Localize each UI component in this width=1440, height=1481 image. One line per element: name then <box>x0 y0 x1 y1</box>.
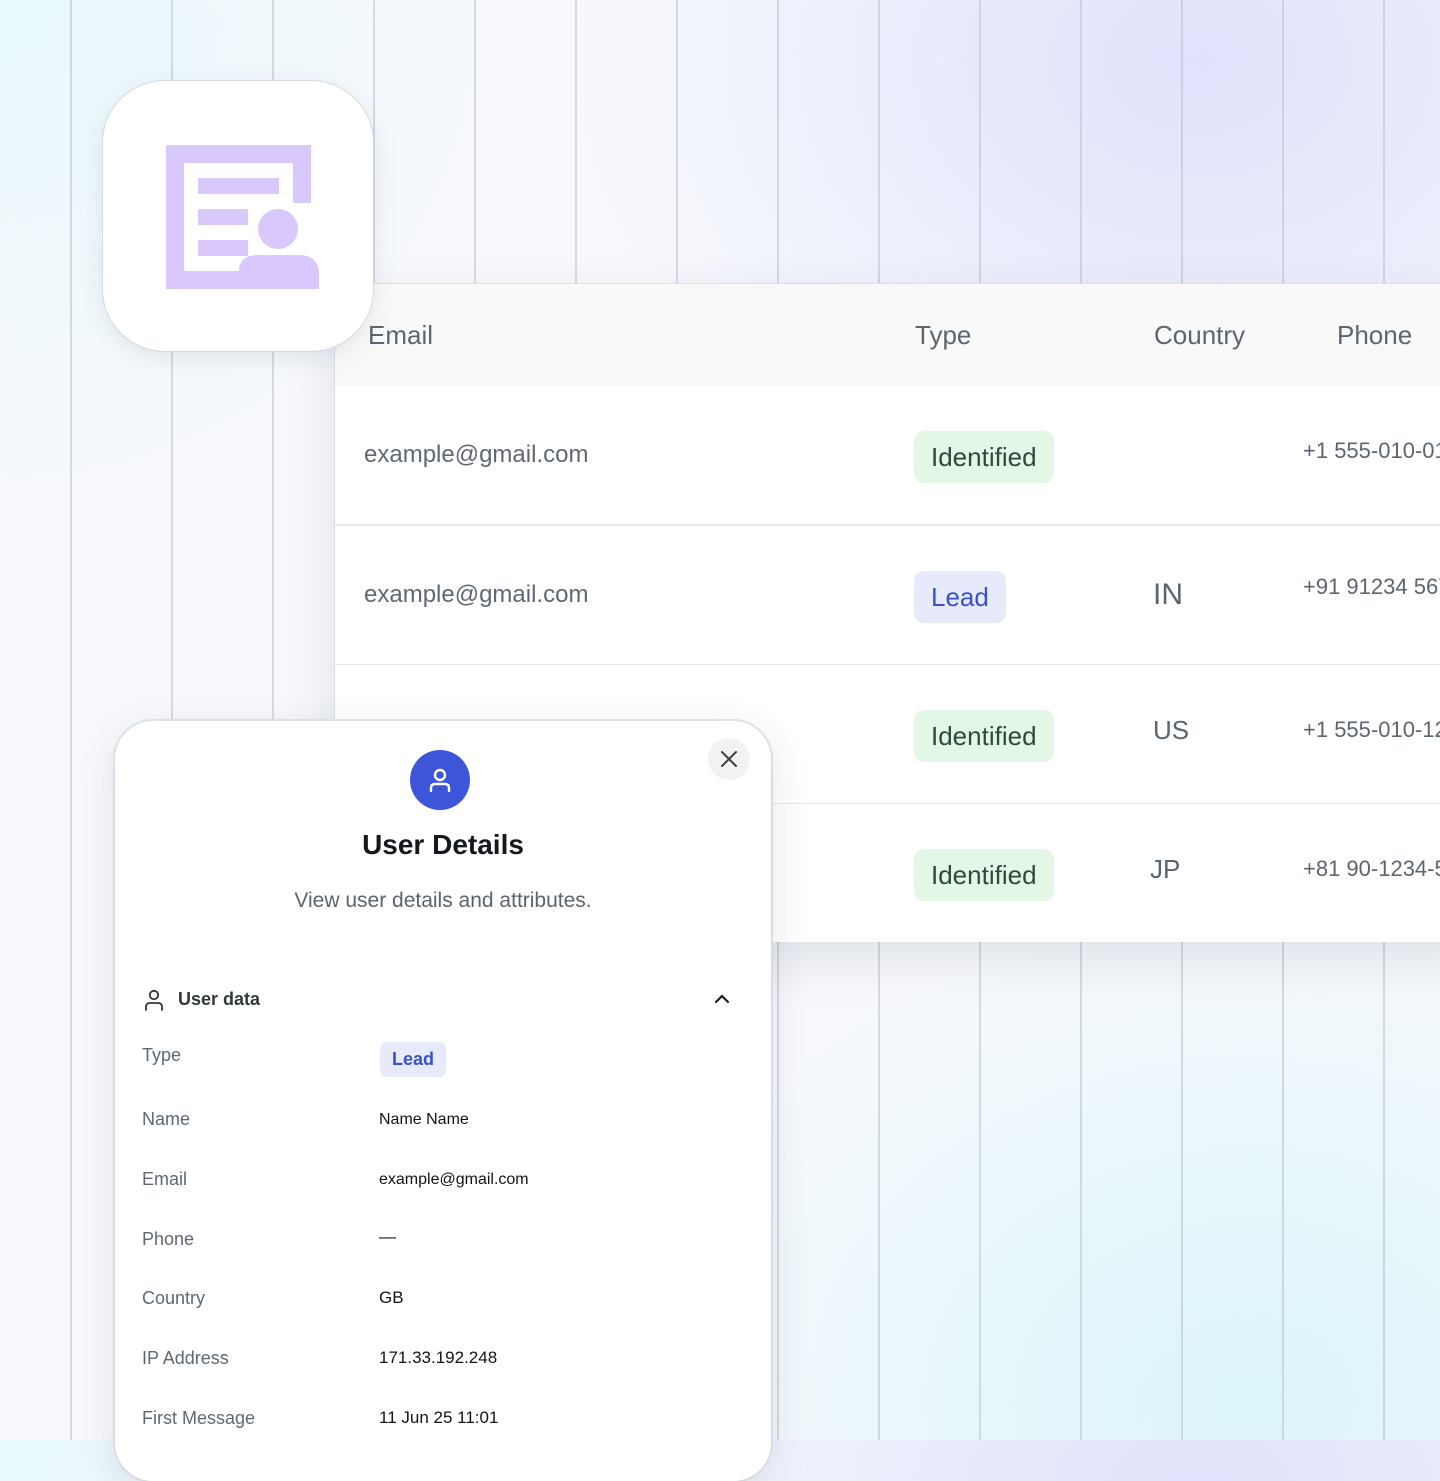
field-value-phone: — <box>379 1227 396 1246</box>
type-badge: Identified <box>914 849 1054 901</box>
chevron-up-icon <box>714 994 730 1004</box>
type-badge: Identified <box>914 431 1054 483</box>
field-label-first-message: First Message <box>142 1408 256 1428</box>
type-badge: Identified <box>914 710 1054 762</box>
user-icon <box>429 768 451 793</box>
country-cell: JP <box>1150 854 1181 884</box>
user-data-section-toggle[interactable]: User data <box>142 986 742 1016</box>
phone-cell: +91 91234 567 <box>1303 574 1440 599</box>
column-header-phone[interactable]: Phone <box>1337 284 1412 386</box>
table-header: Email Type Country Phone <box>335 284 1440 388</box>
phone-cell: +1 555-010-12 <box>1303 717 1440 742</box>
email-cell: example@gmail.com <box>364 581 589 608</box>
app-icon <box>103 81 373 351</box>
field-value-name: Name Name <box>379 1111 469 1128</box>
panel-title: User Details <box>362 829 524 860</box>
field-value-ip-address: 171.33.192.248 <box>379 1348 498 1367</box>
type-badge: Lead <box>914 571 1006 623</box>
email-cell: example@gmail.com <box>364 441 589 468</box>
field-value-country: GB <box>379 1288 404 1307</box>
field-label-country: Country <box>142 1288 206 1308</box>
column-header-country[interactable]: Country <box>1154 284 1245 386</box>
table-row[interactable]: example@gmail.com Identified +1 555-010-… <box>335 386 1440 526</box>
user-details-panel: User Details View user details and attri… <box>115 721 771 1481</box>
column-header-email[interactable]: Email <box>368 284 433 386</box>
field-label-type: Type <box>142 1045 182 1065</box>
field-label-email: Email <box>142 1169 188 1189</box>
avatar <box>410 750 470 810</box>
field-label-name: Name <box>142 1109 191 1129</box>
field-label-phone: Phone <box>142 1229 195 1249</box>
user-document-icon <box>166 145 319 289</box>
user-outline-icon <box>145 989 163 1011</box>
panel-subtitle: View user details and attributes. <box>294 889 592 912</box>
phone-cell: +81 90-1234-5 <box>1303 856 1440 881</box>
field-value-email: example@gmail.com <box>379 1171 529 1188</box>
type-badge: Lead <box>380 1042 447 1077</box>
country-cell: IN <box>1153 578 1183 611</box>
column-header-type[interactable]: Type <box>915 284 971 386</box>
close-icon <box>721 751 737 767</box>
table-row[interactable]: example@gmail.com Lead IN +91 91234 567 <box>335 526 1440 666</box>
close-button[interactable] <box>708 738 750 780</box>
country-cell: US <box>1153 715 1190 745</box>
section-label: User data <box>178 989 261 1009</box>
field-label-ip-address: IP Address <box>142 1348 229 1368</box>
field-value-first-message: 11 Jun 25 11:01 <box>379 1408 499 1427</box>
phone-cell: +1 555-010-01 <box>1303 438 1440 463</box>
